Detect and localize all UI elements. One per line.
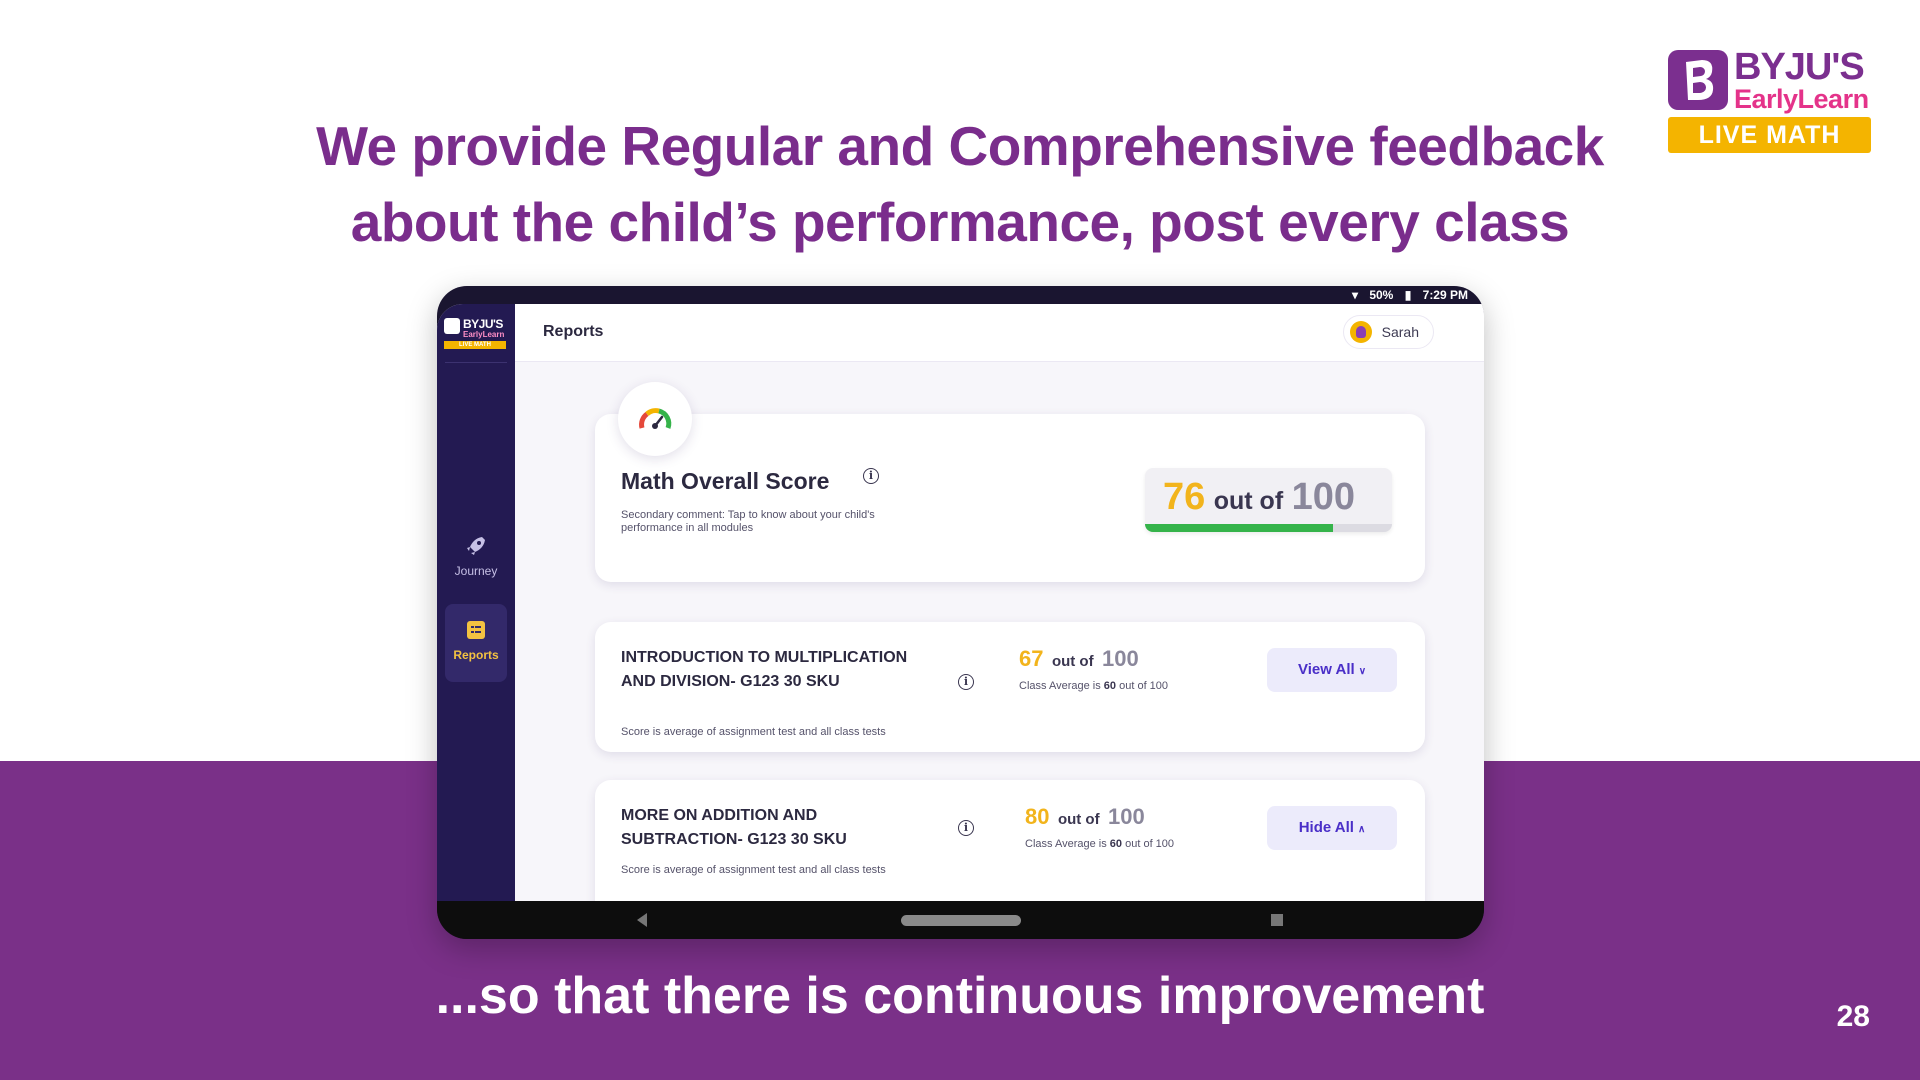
- module-score-of-label: out of: [1051, 653, 1094, 670]
- slide: We provide Regular and Comprehensive fee…: [0, 0, 1920, 1080]
- module-title: INTRODUCTION TO MULTIPLICATION AND DIVIS…: [621, 649, 908, 690]
- gauge-badge: [618, 382, 692, 456]
- overall-score-comment: Secondary comment: Tap to know about you…: [621, 509, 875, 534]
- view-all-label: View All: [1297, 661, 1355, 678]
- battery-icon: ▮: [1404, 288, 1412, 302]
- chevron-up-icon: ∧: [1357, 824, 1366, 835]
- module-card[interactable]: MORE ON ADDITION AND SUBTRACTION- G123 3…: [595, 780, 1425, 901]
- hide-all-label: Hide All: [1298, 819, 1354, 836]
- class-average-prefix: Class Average is: [1025, 838, 1107, 850]
- module-note: Score is average of assignment test and …: [621, 726, 886, 738]
- overall-score-max: 100: [1291, 476, 1356, 518]
- sidebar-item-label: Journey: [454, 564, 498, 578]
- status-bar: ▾ 50% ▮ 7:29 PM: [437, 286, 1484, 304]
- module-score-value: 67: [1019, 646, 1044, 671]
- avatar: [1349, 321, 1372, 343]
- chevron-down-icon: ∨: [1358, 666, 1367, 677]
- info-icon[interactable]: i: [863, 466, 879, 484]
- module-score: 67 out of 100: [1019, 646, 1139, 672]
- class-average-prefix: Class Average is: [1019, 680, 1101, 692]
- class-average-suffix: out of 100: [1125, 838, 1175, 850]
- module-score-value: 80: [1025, 804, 1050, 829]
- overall-score-value: 76: [1163, 476, 1206, 518]
- sidebar-logo: BYJU'S EarlyLearn LIVE MATH: [444, 317, 508, 352]
- module-class-average: Class Average is 60 out of 100: [1019, 680, 1168, 692]
- info-icon[interactable]: i: [958, 818, 974, 836]
- page-title: Reports: [543, 323, 604, 340]
- sidebar-item-journey[interactable]: Journey: [445, 520, 507, 598]
- sidebar-logo-tag: LIVE MATH: [444, 341, 506, 349]
- battery-level: 50%: [1369, 288, 1394, 302]
- headline-line-1: We provide Regular and Comprehensive fee…: [316, 115, 1604, 177]
- user-name: Sarah: [1381, 324, 1419, 340]
- recent-apps-icon[interactable]: [1271, 914, 1283, 926]
- view-all-button[interactable]: View All ∨: [1267, 648, 1397, 692]
- rocket-icon: [467, 537, 485, 555]
- class-average-value: 60: [1109, 838, 1123, 850]
- top-bar: Reports Sarah: [515, 304, 1484, 362]
- brand-logo: BYJU'S EarlyLearn LIVE MATH: [1668, 46, 1871, 154]
- brand-sub: EarlyLearn: [1734, 84, 1869, 114]
- overall-score-box: 76 out of 100: [1145, 468, 1392, 532]
- user-profile-chip[interactable]: Sarah: [1342, 315, 1434, 349]
- brand-name: BYJU'S: [1734, 46, 1865, 88]
- report-icon: [467, 621, 485, 639]
- app-screen: BYJU'S EarlyLearn LIVE MATH Journey Repo…: [437, 304, 1484, 901]
- score-progress-fill: [1145, 524, 1333, 532]
- module-title: MORE ON ADDITION AND SUBTRACTION- G123 3…: [621, 807, 847, 848]
- overall-score-card[interactable]: Math Overall Score i Secondary comment: …: [595, 414, 1425, 582]
- headline-line-2: about the child’s performance, post ever…: [350, 191, 1570, 253]
- module-score-max: 100: [1108, 804, 1145, 829]
- overall-score-title: Math Overall Score: [621, 468, 830, 494]
- sidebar-item-label: Reports: [453, 648, 499, 662]
- system-nav-bar: [437, 901, 1484, 939]
- sidebar: BYJU'S EarlyLearn LIVE MATH Journey Repo…: [437, 304, 515, 901]
- overall-score-of-label: out of: [1213, 487, 1284, 515]
- hide-all-button[interactable]: Hide All ∧: [1267, 806, 1397, 850]
- sidebar-logo-mark-icon: [444, 318, 460, 334]
- module-score-max: 100: [1102, 646, 1139, 671]
- back-icon[interactable]: [637, 913, 647, 927]
- home-pill-icon[interactable]: [901, 915, 1021, 926]
- class-average-suffix: out of 100: [1119, 680, 1169, 692]
- score-progress-track: [1145, 524, 1392, 532]
- sidebar-logo-name: BYJU'S: [463, 317, 503, 331]
- module-class-average: Class Average is 60 out of 100: [1025, 838, 1174, 850]
- module-note: Score is average of assignment test and …: [621, 864, 886, 876]
- sidebar-item-reports[interactable]: Reports: [445, 604, 507, 682]
- module-score-of-label: out of: [1057, 811, 1100, 828]
- slide-headline: We provide Regular and Comprehensive fee…: [270, 108, 1650, 260]
- module-score: 80 out of 100: [1025, 804, 1145, 830]
- info-icon[interactable]: i: [958, 672, 974, 690]
- speedometer-icon: [639, 408, 672, 429]
- wifi-icon: ▾: [1351, 288, 1358, 302]
- sidebar-logo-sub: EarlyLearn: [463, 330, 505, 339]
- brand-tag: LIVE MATH: [1668, 117, 1871, 153]
- status-time: 7:29 PM: [1422, 288, 1468, 302]
- slide-number: 28: [1836, 1000, 1870, 1033]
- class-average-value: 60: [1103, 680, 1117, 692]
- footer-tagline: ...so that there is continuous improveme…: [435, 967, 1485, 1025]
- sidebar-divider: [445, 362, 507, 363]
- module-card[interactable]: INTRODUCTION TO MULTIPLICATION AND DIVIS…: [595, 622, 1425, 752]
- reports-content: Math Overall Score i Secondary comment: …: [515, 362, 1484, 901]
- tablet-frame: ▾ 50% ▮ 7:29 PM BYJU'S EarlyLearn LIVE M…: [437, 286, 1484, 939]
- byjus-b-logo-icon: [1668, 50, 1728, 110]
